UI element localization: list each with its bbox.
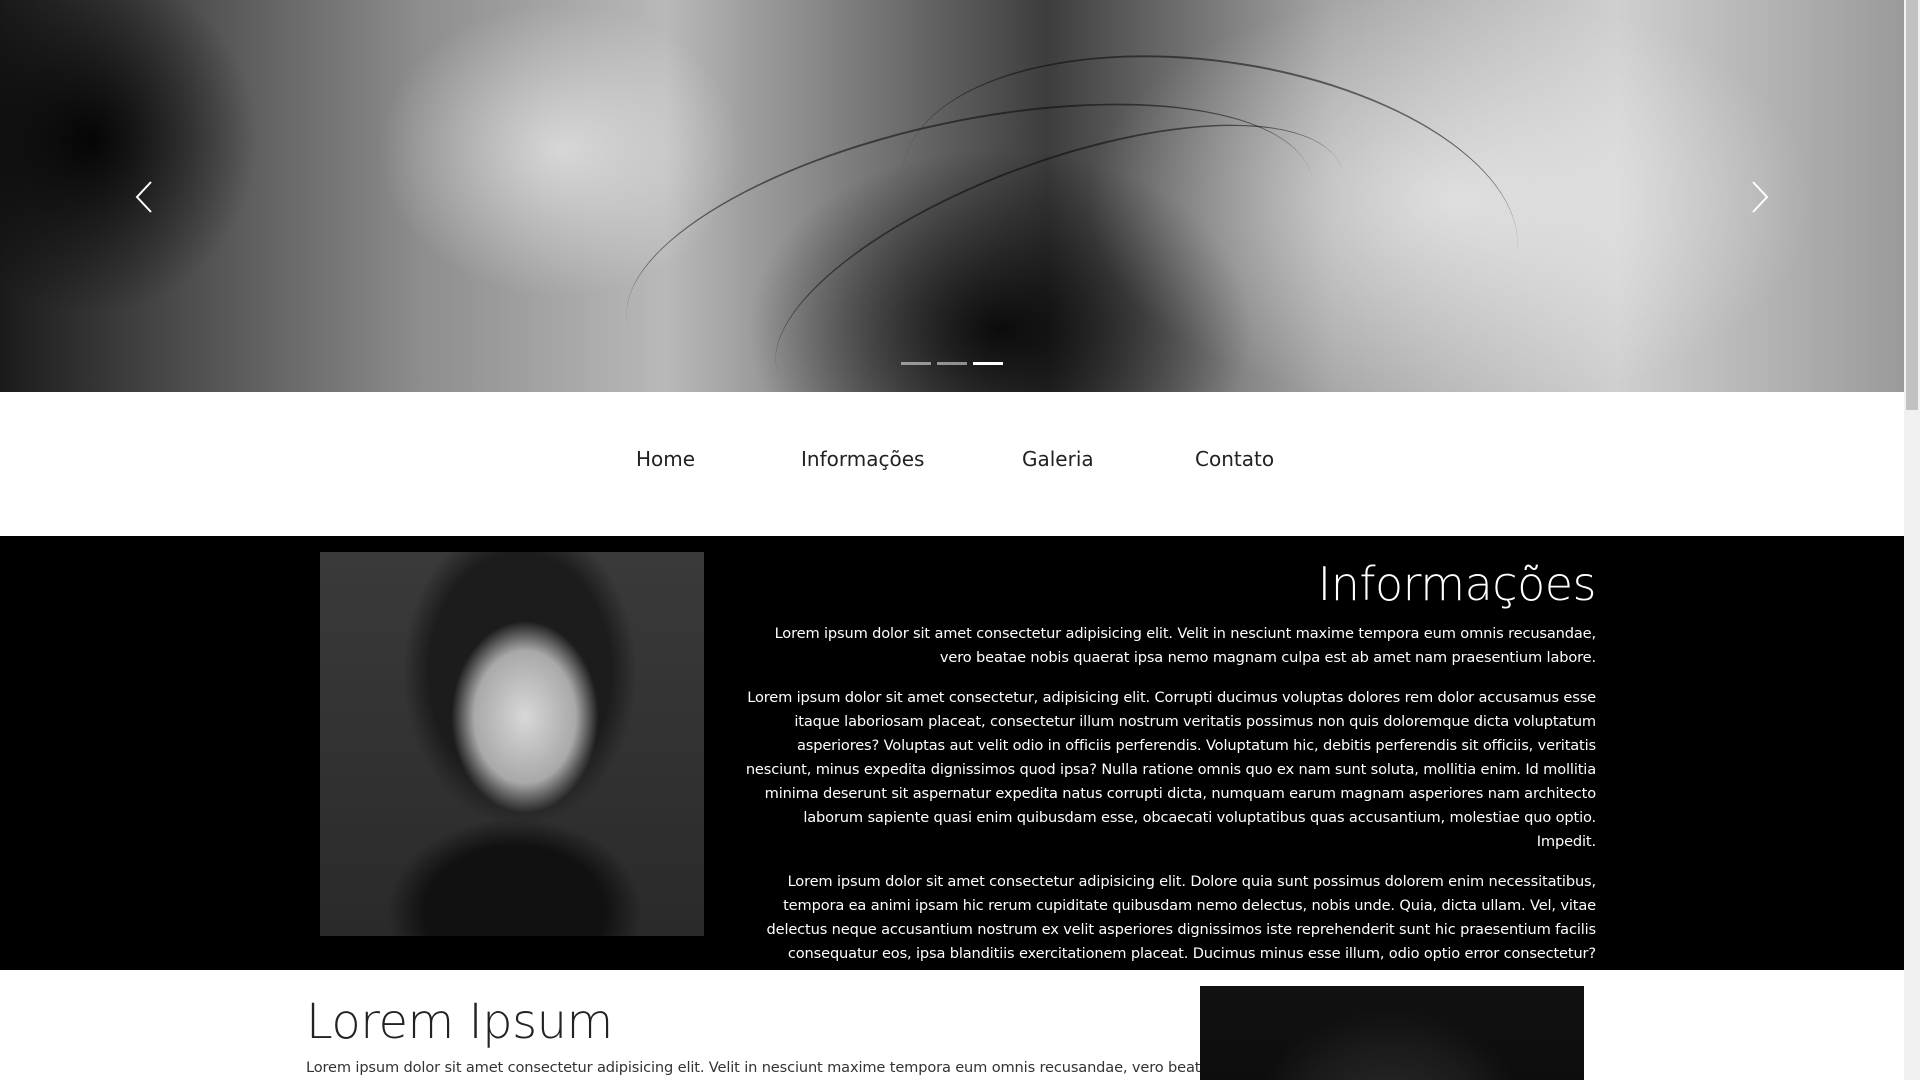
carousel-prev-button[interactable] <box>124 172 164 222</box>
carousel-indicator-3[interactable] <box>973 362 1003 365</box>
chevron-left-icon <box>135 181 152 213</box>
chevron-right-icon <box>1752 181 1769 213</box>
info-portrait-image <box>320 552 704 936</box>
carousel-next-button[interactable] <box>1740 172 1780 222</box>
nav-item-informacoes[interactable]: Informações <box>801 447 924 471</box>
lorem-portrait-image <box>1200 986 1584 1080</box>
page-scrollbar[interactable] <box>1904 0 1920 1080</box>
main-nav: Home Informações Galeria Contato <box>0 392 1904 536</box>
info-title: Informações <box>1317 557 1597 611</box>
info-paragraph: Lorem ipsum dolor sit amet consectetur, … <box>745 689 1596 850</box>
lorem-section: Lorem Ipsum Lorem ipsum dolor sit amet c… <box>0 970 1904 1080</box>
lorem-paragraph: Lorem ipsum dolor sit amet consectetur a… <box>306 1059 1218 1076</box>
nav-item-home[interactable]: Home <box>636 447 695 471</box>
nav-item-galeria[interactable]: Galeria <box>1022 447 1094 471</box>
carousel-indicators <box>901 362 1003 365</box>
info-text-block: Informações Lorem ipsum dolor sit amet c… <box>740 554 1597 982</box>
lorem-title: Lorem Ipsum <box>306 994 613 1050</box>
info-paragraph: Lorem ipsum dolor sit amet consectetur a… <box>766 873 1597 962</box>
carousel-indicator-1[interactable] <box>901 362 931 365</box>
info-section: Informações Lorem ipsum dolor sit amet c… <box>0 536 1904 970</box>
nav-item-contato[interactable]: Contato <box>1195 447 1274 471</box>
carousel-indicator-2[interactable] <box>937 362 967 365</box>
info-paragraph: Lorem ipsum dolor sit amet consectetur a… <box>774 625 1597 666</box>
scrollbar-thumb[interactable] <box>1906 0 1918 410</box>
hero-carousel <box>0 0 1904 392</box>
